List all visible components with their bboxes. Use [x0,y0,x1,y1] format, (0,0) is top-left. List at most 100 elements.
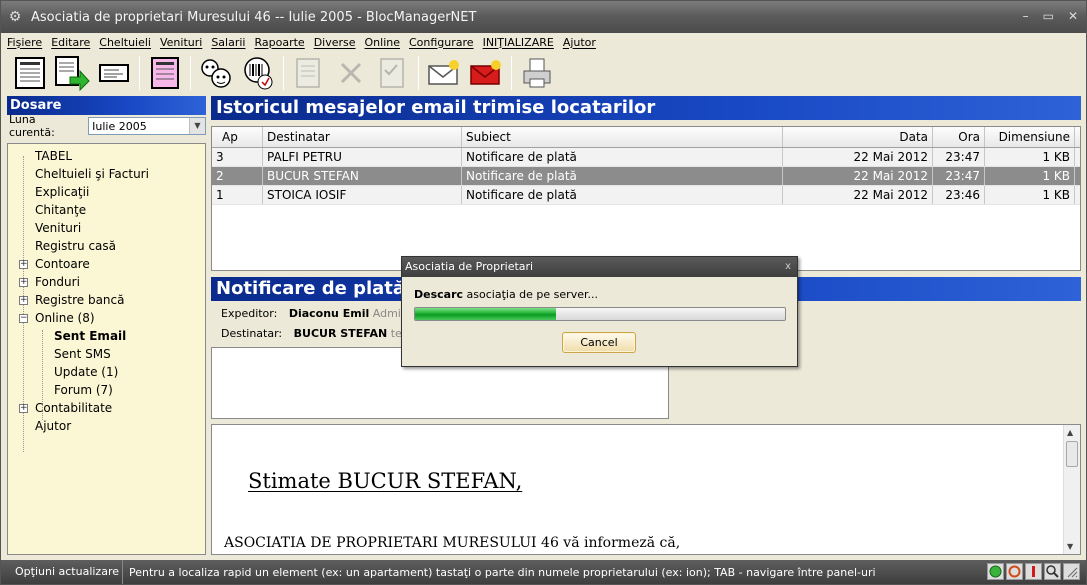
scroll-thumb[interactable] [1066,441,1078,467]
toolbar-separator [283,56,284,90]
email-history-table: Ap Destinatar Subiect Data Ora Dimensiun… [211,126,1081,271]
menu-fisiere[interactable]: Fişiere [7,36,42,49]
menu-salarii[interactable]: Salarii [211,36,245,49]
tree-item-contabilitate[interactable]: + Contabilitate [8,399,205,417]
expand-icon[interactable]: + [19,260,28,269]
restore-button[interactable]: ▭ [1043,9,1054,23]
menu-bar: Fişiere Editare Cheltuieli Venituri Sala… [1,33,1086,51]
cell-data: 22 Mai 2012 [783,148,933,166]
printer-icon[interactable] [518,54,556,92]
expand-icon[interactable]: + [19,278,28,287]
toolbar-separator [418,56,419,90]
luna-row: Luna curentă: Iulie 2005 ▼ [7,113,206,139]
dialog-close-icon[interactable]: x [785,257,791,277]
list-sheet-icon[interactable] [11,54,49,92]
email-urgent-icon[interactable] [467,54,505,92]
cell-dimensiune: 1 KB [985,186,1075,204]
destinatar-label: Destinatar: [221,327,283,340]
online-status-icon[interactable] [987,563,1004,580]
tree-item-cheltuieli[interactable]: Cheltuieli şi Facturi [8,165,205,183]
cell-dimensiune: 1 KB [985,148,1075,166]
close-button[interactable]: ✕ [1068,9,1078,23]
col-data[interactable]: Data [783,127,933,147]
people-scan-icon[interactable] [197,54,235,92]
document-icon[interactable] [290,54,328,92]
tree-item-fonduri[interactable]: + Fonduri [8,273,205,291]
tree-item-sent-email[interactable]: Sent Email [8,327,205,345]
toolbar-separator [511,56,512,90]
update-options-button[interactable]: Opţiuni actualizare [1,560,123,584]
tree-item-update[interactable]: Update (1) [8,363,205,381]
checklist-icon[interactable] [374,54,412,92]
calculator-card-icon[interactable] [95,54,133,92]
luna-value: Iulie 2005 [92,119,147,133]
menu-cheltuieli[interactable]: Cheltuieli [99,36,151,49]
pink-sheet-icon[interactable] [146,54,184,92]
table-row[interactable]: 3 PALFI PETRU Notificare de plată 22 Mai… [212,148,1080,167]
menu-configurare[interactable]: Configurare [409,36,474,49]
tree-item-sent-sms[interactable]: Sent SMS [8,345,205,363]
cell-destinatar: STOICA IOSIF [263,186,462,204]
folder-tree: TABEL Cheltuieli şi Facturi Explicaţii C… [7,143,206,555]
cell-destinatar: PALFI PETRU [263,148,462,166]
dialog-message-bold: Descarc [414,288,464,301]
menu-online[interactable]: Online [365,36,400,49]
tree-item-registre-banca[interactable]: + Registre bancă [8,291,205,309]
expand-icon[interactable]: + [19,404,28,413]
col-ora[interactable]: Ora [933,127,985,147]
expand-icon[interactable]: + [19,296,28,305]
resize-grip-icon[interactable] [1063,563,1080,580]
menu-ajutor[interactable]: Ajutor [563,36,596,49]
export-green-arrow-icon[interactable] [53,54,91,92]
alert-icon[interactable] [1025,563,1042,580]
menu-editare[interactable]: Editare [51,36,90,49]
col-ap[interactable]: Ap [212,127,263,147]
minimize-button[interactable]: – [1023,9,1029,23]
dialog-title: Asociatia de Proprietari [405,260,534,273]
tree-item-explicatii[interactable]: Explicaţii [8,183,205,201]
expeditor-name: Diaconu Emil [288,307,370,320]
tree-item-tabel[interactable]: TABEL [8,147,205,165]
cell-subiect: Notificare de plată [462,186,783,204]
title-bar: ⚙ Asociatia de proprietari Muresului 46 … [1,1,1086,33]
col-subiect[interactable]: Subiect [462,127,783,147]
col-destinatar[interactable]: Destinatar [263,127,462,147]
sync-icon[interactable] [1006,563,1023,580]
tree-item-forum[interactable]: Forum (7) [8,381,205,399]
tree-item-venituri[interactable]: Venituri [8,219,205,237]
menu-diverse[interactable]: Diverse [314,36,356,49]
expeditor-label: Expeditor: [221,307,278,320]
email-icon[interactable] [425,54,463,92]
luna-label: Luna curentă: [9,113,55,139]
table-row[interactable]: 1 STOICA IOSIF Notificare de plată 22 Ma… [212,186,1080,205]
menu-venituri[interactable]: Venituri [160,36,202,49]
delete-x-icon[interactable] [332,54,370,92]
search-icon[interactable] [1044,563,1061,580]
letter-greeting: Stimate BUCUR STEFAN, [248,469,523,493]
tree-item-chitante[interactable]: Chitanţe [8,201,205,219]
tree-item-registru-casa[interactable]: Registru casă [8,237,205,255]
scroll-down-icon[interactable]: ▼ [1067,542,1073,551]
letter-body: ASOCIATIA DE PROPRIETARI MURESULUI 46 vă… [224,535,681,551]
toolbar-separator [190,56,191,90]
dialog-titlebar: Asociatia de Proprietari x [402,257,797,277]
menu-rapoarte[interactable]: Rapoarte [254,36,304,49]
tree-item-ajutor[interactable]: Ajutor [8,417,205,435]
status-bar: Opţiuni actualizare Pentru a localiza ra… [1,560,1086,584]
menu-initializare[interactable]: INIŢIALIZARE [483,36,554,49]
table-row-selected[interactable]: 2 BUCUR STEFAN Notificare de plată 22 Ma… [212,167,1080,186]
expeditor-line: Expeditor: Diaconu Emil Administ [221,307,421,320]
tree-item-online[interactable]: − Online (8) [8,309,205,327]
letter-scrollbar[interactable]: ▲ ▼ [1063,425,1080,554]
cancel-button[interactable]: Cancel [562,332,636,353]
scroll-up-icon[interactable]: ▲ [1067,428,1073,437]
barcode-scan-icon[interactable] [239,54,277,92]
cell-ora: 23:47 [933,148,985,166]
collapse-icon[interactable]: − [19,314,28,323]
luna-select[interactable]: Iulie 2005 ▼ [88,117,206,135]
table-header-row: Ap Destinatar Subiect Data Ora Dimensiun… [212,127,1080,148]
tree-item-contoare[interactable]: + Contoare [8,255,205,273]
left-panel: Dosare Luna curentă: Iulie 2005 ▼ TABEL … [7,96,206,555]
chevron-down-icon[interactable]: ▼ [189,118,205,134]
col-dimensiune[interactable]: Dimensiune [985,127,1075,147]
